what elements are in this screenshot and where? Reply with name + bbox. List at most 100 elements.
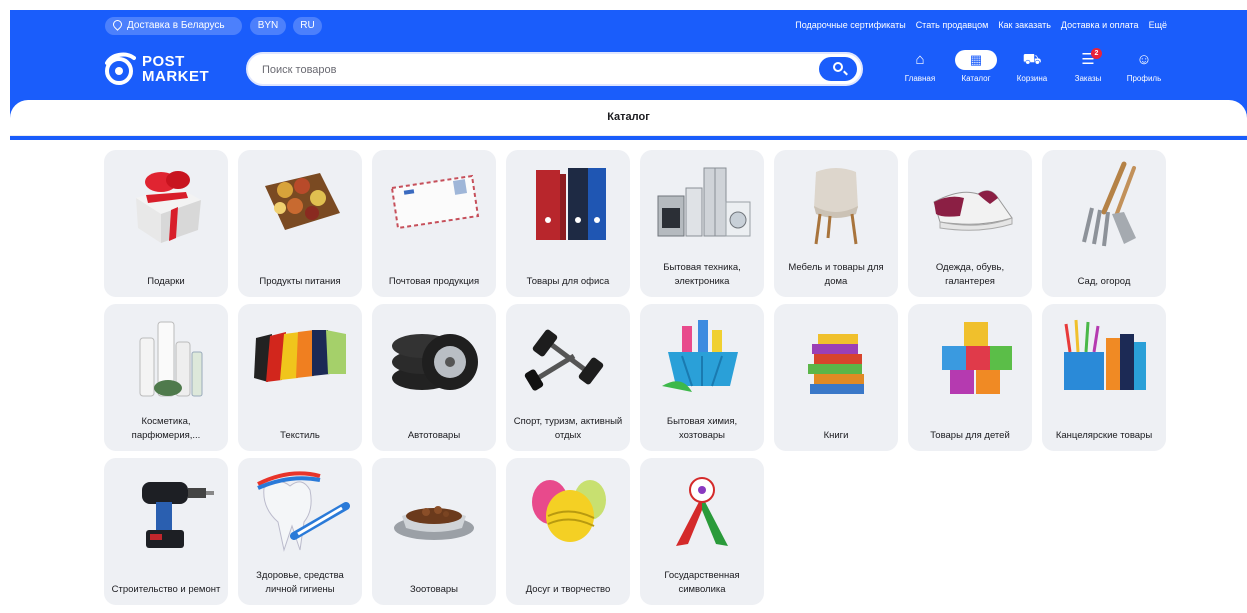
drill-icon: [142, 482, 214, 548]
category-label: Строительство и ремонт: [111, 584, 221, 595]
logo-swirl-icon: [105, 52, 136, 85]
category-card-gifts[interactable]: Подарки: [104, 150, 228, 297]
logo-line-post: POST: [142, 53, 185, 70]
yarn-icon: [532, 480, 606, 542]
category-card-furniture[interactable]: Мебель и товары для дома: [774, 150, 898, 297]
category-card-auto[interactable]: Автотовары: [372, 304, 496, 451]
category-card-textile[interactable]: Текстиль: [238, 304, 362, 451]
category-card-postal[interactable]: Почтовая продукция: [372, 150, 496, 297]
search-icon: [833, 62, 843, 72]
category-label: Мебель и товары для дома: [788, 262, 884, 287]
sneaker-icon: [933, 190, 1013, 231]
nav-cart-label: Корзина: [1016, 74, 1048, 83]
cleaning-icon: [662, 320, 738, 392]
page-title: Каталог: [10, 100, 1247, 136]
books-icon: [808, 334, 864, 394]
nav-orders[interactable]: ☰ 2 Заказы: [1060, 48, 1116, 94]
textile-icon: [254, 330, 346, 382]
dumbbells-icon: [524, 329, 604, 391]
category-card-state-symbols[interactable]: Государственная символика: [640, 458, 764, 605]
category-card-stationery[interactable]: Канцелярские товары: [1042, 304, 1166, 451]
category-card-cosmetics[interactable]: Косметика, парфюмерия,...: [104, 304, 228, 451]
profile-icon: ☺: [1136, 51, 1152, 68]
catalog-icon: ▦: [955, 50, 997, 70]
logo-text: POST MARKET: [142, 54, 209, 84]
category-label: Государственная символика: [664, 570, 740, 595]
link-delivery-payment[interactable]: Доставка и оплата: [1061, 20, 1139, 30]
category-label: Товары для офиса: [526, 276, 610, 287]
category-label: Книги: [823, 430, 849, 441]
category-label: Продукты питания: [259, 276, 341, 287]
category-label: Товары для детей: [930, 430, 1010, 441]
stationery-icon: [1064, 319, 1146, 390]
orders-count-badge: 2: [1091, 48, 1102, 59]
category-card-sport[interactable]: Спорт, туризм, активный отдых: [506, 304, 630, 451]
category-card-office[interactable]: Товары для офиса: [506, 150, 630, 297]
language-selector[interactable]: RU: [293, 17, 322, 35]
binders-icon: [536, 168, 606, 240]
category-card-garden[interactable]: Сад, огород: [1042, 150, 1166, 297]
garden-tools-icon: [1082, 161, 1136, 247]
category-label: Одежда, обувь, галантерея: [935, 262, 1005, 287]
category-card-construction[interactable]: Строительство и ремонт: [104, 458, 228, 605]
ribbon-icon: [676, 477, 728, 546]
tooth-icon: [257, 471, 350, 552]
category-label: Сад, огород: [1077, 276, 1131, 287]
category-card-food[interactable]: Продукты питания: [238, 150, 362, 297]
tires-icon: [392, 334, 478, 390]
search-button[interactable]: [819, 57, 857, 81]
toy-blocks-icon: [942, 322, 1012, 394]
nav-profile[interactable]: ☺ Профиль: [1116, 50, 1172, 94]
category-label: Спорт, туризм, активный отдых: [513, 416, 623, 441]
nav-home[interactable]: ⌂ Главная: [892, 50, 948, 94]
nav-home-label: Главная: [904, 74, 936, 83]
cart-icon: ⛟: [1022, 51, 1042, 68]
food-basket-icon: [265, 173, 340, 230]
pet-bowl-icon: [394, 506, 474, 540]
gift-icon: [136, 171, 201, 243]
main-nav: ⌂ Главная ▦ Каталог ⛟ Корзина ☰ 2 Заказы…: [892, 48, 1172, 94]
category-card-hobby[interactable]: Досуг и творчество: [506, 458, 630, 605]
nav-orders-label: Заказы: [1074, 74, 1102, 83]
category-label: Зоотовары: [410, 584, 458, 595]
envelope-icon: [390, 174, 480, 230]
category-card-pets[interactable]: Зоотовары: [372, 458, 496, 605]
logo[interactable]: POST MARKET: [102, 50, 222, 90]
category-label: Автотовары: [407, 430, 461, 441]
nav-catalog[interactable]: ▦ Каталог: [948, 50, 1004, 94]
link-become-seller[interactable]: Стать продавцом: [916, 20, 989, 30]
category-label: Бытовая техника, электроника: [663, 262, 741, 287]
cosmetics-icon: [139, 321, 203, 397]
location-pin-icon: [111, 18, 124, 31]
category-label: Канцелярские товары: [1055, 430, 1153, 441]
nav-cart[interactable]: ⛟ Корзина: [1004, 50, 1060, 94]
currency-selector[interactable]: BYN: [250, 17, 286, 35]
link-more[interactable]: Ещё: [1149, 20, 1167, 30]
nav-profile-label: Профиль: [1126, 74, 1162, 83]
appliances-icon: [657, 167, 751, 237]
category-label: Подарки: [147, 276, 185, 287]
category-label: Досуг и творчество: [525, 584, 611, 595]
category-label: Текстиль: [280, 430, 320, 441]
category-card-kids[interactable]: Товары для детей: [908, 304, 1032, 451]
top-links: Подарочные сертификаты Стать продавцом К…: [795, 20, 1167, 30]
category-card-books[interactable]: Книги: [774, 304, 898, 451]
search-bar: [246, 52, 863, 86]
category-card-health[interactable]: Здоровье, средства личной гигиены: [238, 458, 362, 605]
category-card-appliances[interactable]: Бытовая техника, электроника: [640, 150, 764, 297]
category-card-household-chemicals[interactable]: Бытовая химия, хозтовары: [640, 304, 764, 451]
category-grid: Подарки Продукты питания Почтовая продук…: [104, 150, 1166, 605]
category-label: Здоровье, средства личной гигиены: [256, 570, 344, 595]
link-how-to-order[interactable]: Как заказать: [998, 20, 1051, 30]
delivery-region-label: Доставка в Беларусь: [127, 20, 225, 31]
category-label: Бытовая химия, хозтовары: [666, 416, 738, 441]
page: Доставка в Беларусь BYN RU Подарочные се…: [0, 0, 1247, 613]
category-label: Косметика, парфюмерия,...: [131, 416, 201, 441]
category-card-clothing[interactable]: Одежда, обувь, галантерея: [908, 150, 1032, 297]
logo-line-market: MARKET: [142, 68, 210, 85]
chair-icon: [814, 168, 858, 245]
home-icon: ⌂: [915, 51, 925, 68]
delivery-region-selector[interactable]: Доставка в Беларусь: [105, 17, 242, 35]
link-gift-certificates[interactable]: Подарочные сертификаты: [795, 20, 905, 30]
search-input[interactable]: [262, 60, 802, 80]
